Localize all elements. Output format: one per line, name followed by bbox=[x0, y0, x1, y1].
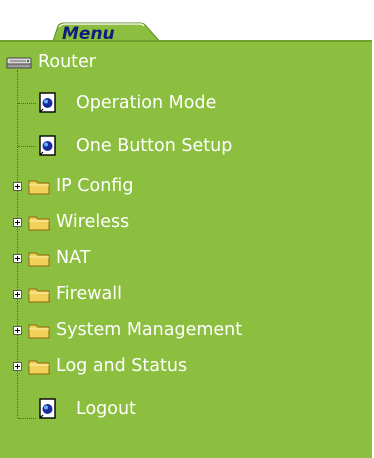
tree-root-router[interactable]: Router bbox=[6, 52, 96, 72]
menu-folder-ip-config[interactable]: IP Config bbox=[28, 176, 133, 196]
folder-icon bbox=[28, 214, 50, 231]
menu-item-operation-mode[interactable]: Operation Mode bbox=[38, 92, 216, 114]
page-icon bbox=[38, 398, 58, 420]
operation-mode-label: Operation Mode bbox=[76, 93, 217, 113]
menu-container: Menu Router Operation Mode One Button Se… bbox=[0, 0, 374, 458]
menu-folder-log-and-status[interactable]: Log and Status bbox=[28, 356, 187, 376]
router-icon bbox=[6, 53, 34, 71]
firewall-label: Firewall bbox=[56, 284, 122, 304]
expand-plus-icon[interactable] bbox=[13, 254, 22, 263]
page-icon bbox=[38, 135, 58, 157]
menu-folder-firewall[interactable]: Firewall bbox=[28, 284, 122, 304]
expand-plus-icon[interactable] bbox=[13, 182, 22, 191]
one-button-setup-label: One Button Setup bbox=[76, 136, 233, 156]
menu-item-logout[interactable]: Logout bbox=[38, 398, 136, 420]
logout-label: Logout bbox=[76, 399, 136, 419]
menu-folder-system-management[interactable]: System Management bbox=[28, 320, 242, 340]
system-management-label: System Management bbox=[56, 320, 243, 340]
expand-plus-icon[interactable] bbox=[13, 326, 22, 335]
menu-folder-wireless[interactable]: Wireless bbox=[28, 212, 129, 232]
folder-icon bbox=[28, 286, 50, 303]
expand-plus-icon[interactable] bbox=[13, 290, 22, 299]
nat-label: NAT bbox=[56, 248, 91, 268]
tree-branch bbox=[18, 146, 36, 147]
ip-config-label: IP Config bbox=[56, 176, 134, 196]
menu-folder-nat[interactable]: NAT bbox=[28, 248, 90, 268]
wireless-label: Wireless bbox=[56, 212, 130, 232]
log-and-status-label: Log and Status bbox=[56, 356, 188, 376]
expand-plus-icon[interactable] bbox=[13, 362, 22, 371]
tree-branch bbox=[18, 418, 36, 419]
folder-icon bbox=[28, 358, 50, 375]
folder-icon bbox=[28, 250, 50, 267]
folder-icon bbox=[28, 322, 50, 339]
router-label: Router bbox=[38, 52, 96, 72]
menu-item-one-button-setup[interactable]: One Button Setup bbox=[38, 135, 232, 157]
folder-icon bbox=[28, 178, 50, 195]
expand-plus-icon[interactable] bbox=[13, 218, 22, 227]
page-icon bbox=[38, 92, 58, 114]
tree-branch bbox=[18, 103, 36, 104]
